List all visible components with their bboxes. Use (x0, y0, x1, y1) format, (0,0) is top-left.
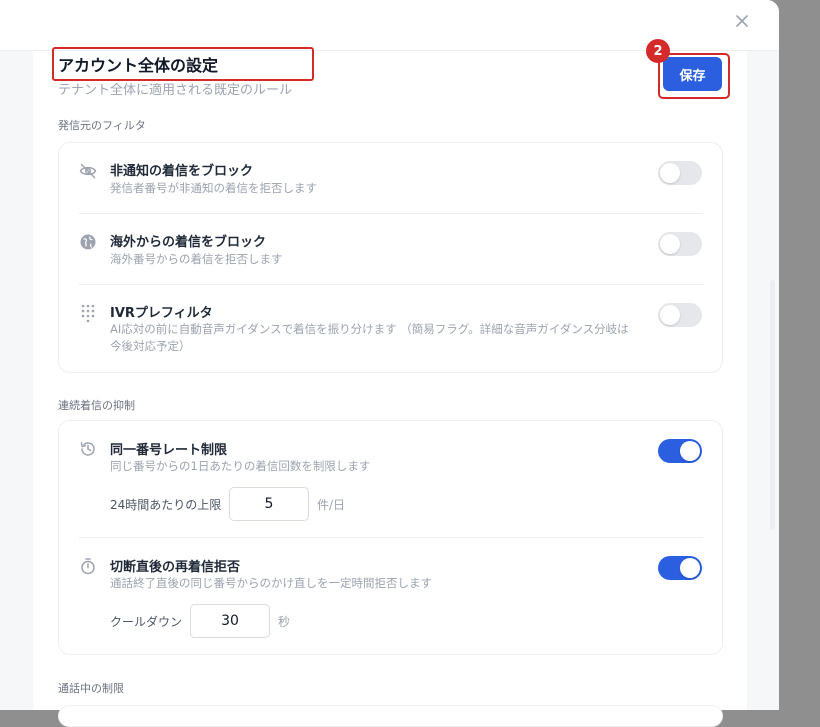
section-label-repeat-suppression: 連続着信の抑制 (58, 399, 135, 412)
rate-limit-input[interactable]: 5 (229, 487, 309, 521)
cooldown-field-label: クールダウン (110, 615, 183, 629)
cooldown-input[interactable]: 30 (190, 604, 270, 638)
save-button[interactable]: 保存 (663, 57, 722, 91)
toggle-knob (660, 163, 680, 183)
in-call-card (58, 705, 723, 727)
page-subtitle: テナント全体に適用される既定のルール (58, 83, 293, 98)
row-divider (79, 537, 703, 538)
toggle-knob (680, 558, 700, 578)
cooldown-unit: 秒 (278, 615, 291, 629)
step-badge: 2 (646, 39, 670, 63)
section-label-caller-filter: 発信元のフィルタ (58, 119, 146, 132)
row-title-anonymous-block: 非通知の着信をブロック (110, 164, 254, 179)
toggle-rate-limit[interactable] (658, 439, 702, 463)
row-desc-rate-limit: 同じ番号からの1日あたりの着信回数を制限します (110, 459, 371, 473)
toggle-knob (660, 234, 680, 254)
row-desc-ivr-prefilter: AI応対の前に自動音声ガイダンスで着信を振り分けます （簡易フラグ。詳細な音声ガ… (110, 322, 629, 353)
globe-icon (79, 233, 97, 251)
history-icon (79, 440, 97, 458)
toggle-ivr-prefilter[interactable] (658, 303, 702, 327)
toggle-overseas-block[interactable] (658, 232, 702, 256)
toggle-knob (660, 305, 680, 325)
rate-limit-unit: 件/日 (317, 498, 346, 512)
row-title-callback-reject: 切断直後の再着信拒否 (110, 560, 241, 575)
close-icon[interactable] (731, 10, 753, 32)
eye-off-icon (79, 162, 97, 180)
row-title-rate-limit: 同一番号レート制限 (110, 443, 228, 458)
scrollbar-thumb[interactable] (770, 280, 775, 530)
toggle-knob (680, 441, 700, 461)
row-desc-callback-reject: 通話終了直後の同じ番号からのかけ直しを一定時間拒否します (110, 576, 432, 590)
title-highlight-box (52, 47, 314, 81)
timer-icon (79, 557, 97, 575)
row-title-ivr-prefilter: IVRプレフィルタ (110, 306, 213, 321)
row-divider (79, 213, 703, 214)
rate-limit-field-label: 24時間あたりの上限 (110, 498, 222, 512)
row-desc-overseas-block: 海外番号からの着信を拒否します (110, 252, 283, 266)
section-label-in-call: 通話中の制限 (58, 682, 124, 695)
row-desc-anonymous-block: 発信者番号が非通知の着信を拒否します (110, 181, 317, 195)
toggle-anonymous-block[interactable] (658, 161, 702, 185)
toggle-callback-reject[interactable] (658, 556, 702, 580)
row-divider (79, 284, 703, 285)
row-title-overseas-block: 海外からの着信をブロック (110, 235, 267, 250)
dialpad-icon (79, 304, 97, 323)
